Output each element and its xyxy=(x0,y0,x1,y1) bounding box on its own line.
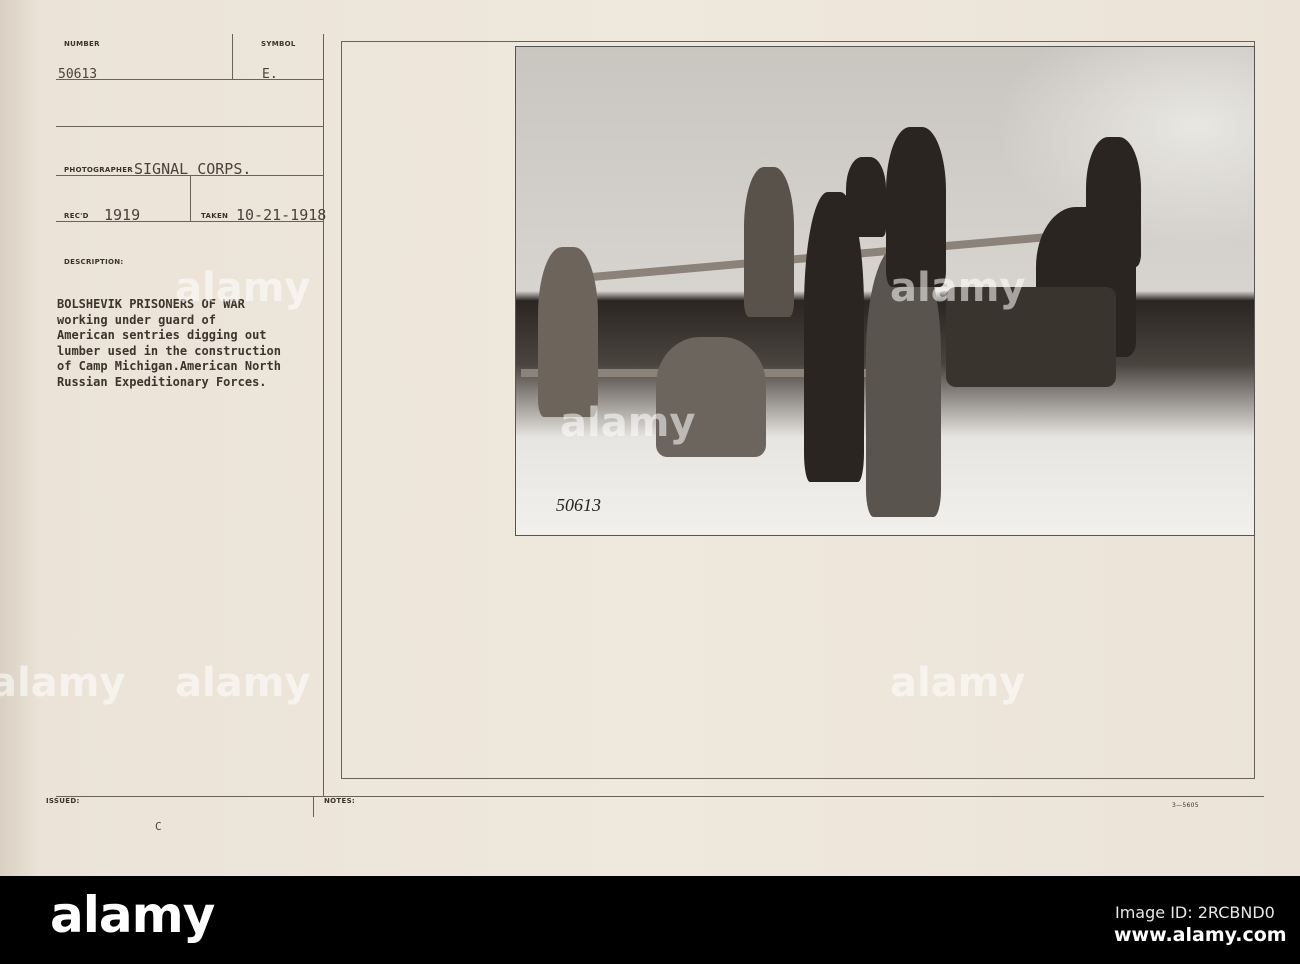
taken-label: TAKEN xyxy=(201,212,229,220)
notes-label: NOTES: xyxy=(324,797,356,805)
watermark: alamy xyxy=(890,660,1026,706)
watermark: alamy xyxy=(175,265,311,311)
issued-label: ISSUED: xyxy=(46,797,80,805)
number-label: NUMBER xyxy=(64,40,100,48)
photographer-value: SIGNAL CORPS. xyxy=(134,160,252,178)
archival-record-card: NUMBER 50613 SYMBOL E. PHOTOGRAPHER SIGN… xyxy=(0,0,1300,876)
watermark: alamy xyxy=(560,400,696,446)
photo-handwritten-number: 50613 xyxy=(556,495,601,515)
symbol-value: E. xyxy=(262,67,278,82)
historical-photograph: 50613 xyxy=(516,47,1254,535)
recd-label: REC'D xyxy=(64,212,89,220)
recd-value: 1919 xyxy=(104,206,141,224)
symbol-label: SYMBOL xyxy=(261,40,296,48)
alamy-logo: alamy xyxy=(50,886,215,944)
watermark: alamy xyxy=(0,660,126,706)
footer-bar: alamy Image ID: 2RCBND0 www.alamy.com xyxy=(0,876,1300,964)
number-value: 50613 xyxy=(58,67,98,82)
form-number: 3—5605 xyxy=(1172,802,1199,809)
description-label: DESCRIPTION: xyxy=(64,258,124,266)
photographer-label: PHOTOGRAPHER xyxy=(64,166,133,174)
issued-value: C xyxy=(155,820,162,833)
taken-value: 10-21-1918 xyxy=(236,206,327,224)
watermark: alamy xyxy=(890,265,1026,311)
image-id: Image ID: 2RCBND0 xyxy=(1115,903,1275,922)
watermark: alamy xyxy=(175,660,311,706)
site-link[interactable]: www.alamy.com xyxy=(1114,924,1287,946)
